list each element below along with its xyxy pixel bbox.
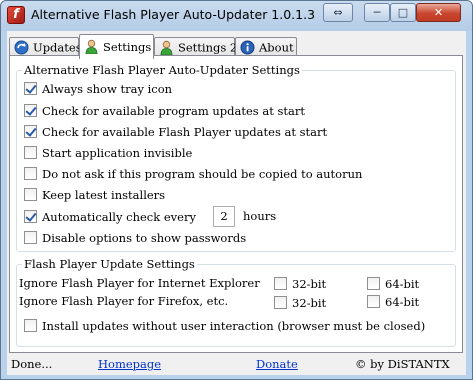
ignore-ie-64bit[interactable]: 64-bit — [367, 276, 419, 292]
flash-updates-checkbox[interactable] — [24, 124, 37, 138]
option-label: Do not ask if this program should be cop… — [42, 167, 363, 181]
flash-app-icon: f — [7, 6, 25, 24]
minimize-button[interactable]: ─ — [364, 3, 390, 22]
flash-update-settings-group: Flash Player Update Settings Ignore Flas… — [16, 257, 456, 347]
silent-install-checkbox[interactable] — [24, 318, 37, 332]
ignore-firefox-32bit[interactable]: 32-bit — [274, 295, 326, 311]
restore-arrows-button[interactable]: ⇔ — [323, 3, 353, 22]
keep-installers-checkbox[interactable] — [24, 187, 37, 201]
title-bar[interactable]: f Alternative Flash Player Auto-Updater … — [1, 1, 472, 31]
window-title: Alternative Flash Player Auto-Updater 1.… — [31, 7, 316, 22]
option-label: Disable options to show passwords — [42, 231, 247, 245]
option-label: Install updates without user interaction… — [42, 319, 426, 333]
option-label: Start application invisible — [42, 146, 193, 160]
tab-about-label: About — [259, 40, 294, 55]
close-button[interactable]: ✕ — [416, 3, 461, 22]
option-disable-show-passwords[interactable]: Disable options to show passwords — [24, 230, 246, 246]
ignore-firefox-64bit[interactable]: 64-bit — [367, 294, 419, 310]
firefox-64bit-checkbox[interactable] — [367, 294, 380, 308]
option-always-show-tray-icon[interactable]: Always show tray icon — [24, 81, 172, 97]
bit-label: 64-bit — [385, 277, 420, 291]
client-area: Updates Settings Settings 2 About Altern… — [7, 31, 466, 375]
copyright-text: © by DiSTANTX — [355, 357, 450, 371]
option-label: Always show tray icon — [42, 82, 173, 96]
user-settings-icon — [159, 40, 174, 55]
option-label: Check for available Flash Player updates… — [42, 125, 328, 139]
option-silent-install[interactable]: Install updates without user interaction… — [24, 318, 425, 334]
option-label: Check for available program updates at s… — [42, 104, 305, 118]
auto-check-checkbox[interactable] — [24, 209, 37, 223]
app-window: f Alternative Flash Player Auto-Updater … — [0, 0, 473, 380]
firefox-32bit-checkbox[interactable] — [274, 295, 287, 309]
interval-unit-label: hours — [243, 209, 277, 223]
ignore-ie-label: Ignore Flash Player for Internet Explore… — [19, 276, 260, 290]
globe-update-icon — [14, 40, 29, 55]
option-check-program-updates[interactable]: Check for available program updates at s… — [24, 103, 305, 119]
user-settings-icon — [84, 39, 99, 54]
tab-updates-label: Updates — [33, 40, 82, 55]
option-keep-installers[interactable]: Keep latest installers — [24, 187, 165, 203]
bit-label: 64-bit — [385, 295, 420, 309]
interval-hours-input[interactable]: 2 — [213, 206, 235, 227]
program-updates-checkbox[interactable] — [24, 103, 37, 117]
tab-settings[interactable]: Settings — [79, 34, 154, 59]
general-settings-title: Alternative Flash Player Auto-Updater Se… — [22, 63, 302, 77]
donate-link[interactable]: Donate — [256, 357, 298, 371]
bit-label: 32-bit — [292, 277, 327, 291]
maximize-button[interactable]: □ — [390, 3, 416, 22]
autorun-prompt-checkbox[interactable] — [24, 166, 37, 180]
status-text: Done... — [11, 357, 53, 371]
option-no-autorun-prompt[interactable]: Do not ask if this program should be cop… — [24, 166, 362, 182]
option-check-flash-updates[interactable]: Check for available Flash Player updates… — [24, 124, 327, 140]
option-auto-check-interval[interactable]: Automatically check every — [24, 209, 196, 225]
tab-settings-label: Settings — [103, 40, 152, 54]
status-bar: Done... Homepage Donate © by DiSTANTX — [7, 353, 466, 375]
ie-32bit-checkbox[interactable] — [274, 276, 287, 290]
tray-icon-checkbox[interactable] — [24, 81, 37, 95]
homepage-link[interactable]: Homepage — [98, 357, 161, 371]
flash-update-settings-title: Flash Player Update Settings — [22, 257, 197, 271]
tab-settings-2-label: Settings 2 — [178, 40, 238, 55]
option-start-invisible[interactable]: Start application invisible — [24, 145, 192, 161]
disable-passwords-checkbox[interactable] — [24, 230, 37, 244]
settings-panel: Alternative Flash Player Auto-Updater Se… — [9, 55, 463, 353]
bit-label: 32-bit — [292, 296, 327, 310]
ignore-firefox-label: Ignore Flash Player for Firefox, etc. — [19, 294, 229, 308]
ie-64bit-checkbox[interactable] — [367, 276, 380, 290]
ignore-ie-32bit[interactable]: 32-bit — [274, 276, 326, 292]
general-settings-group: Alternative Flash Player Auto-Updater Se… — [16, 63, 456, 252]
info-icon — [240, 40, 255, 55]
option-label: Automatically check every — [42, 210, 196, 224]
option-label: Keep latest installers — [42, 188, 166, 202]
start-invisible-checkbox[interactable] — [24, 145, 37, 159]
